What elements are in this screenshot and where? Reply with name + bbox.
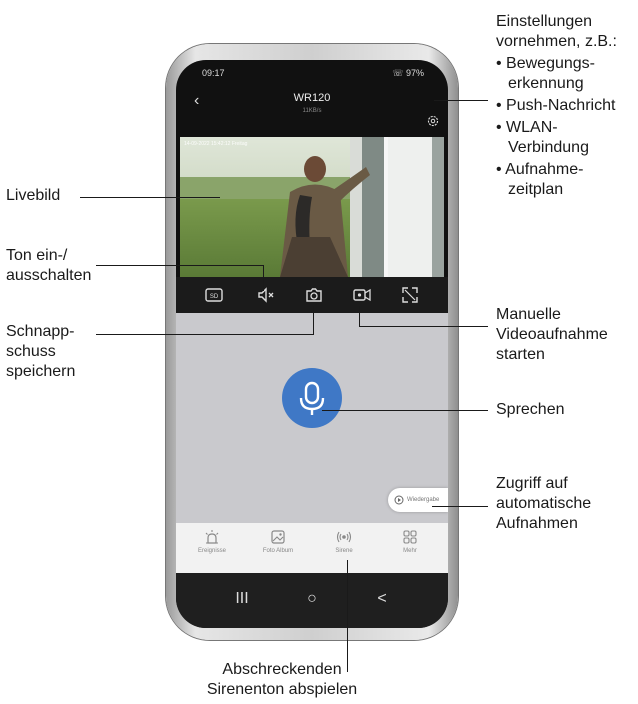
tab-label: Ereignisse	[197, 548, 226, 554]
live-video-scene	[180, 137, 444, 277]
record-callout-line: Videoaufnahme	[496, 326, 608, 343]
sound-leader-line-v	[263, 265, 264, 291]
settings-item: • Aufnahme-	[496, 161, 584, 178]
snapshot-callout: Schnapp- schuss speichern	[6, 322, 75, 382]
intercom-panel: Wiedergabe	[176, 313, 448, 523]
video-control-bar: SD	[176, 277, 448, 313]
siren-leader-line	[347, 560, 348, 672]
microphone-icon	[299, 381, 325, 415]
livebild-leader-line	[80, 197, 220, 198]
tab-label: Foto Album	[262, 548, 294, 554]
settings-heading-line-2: vornehmen, z.B.:	[496, 33, 617, 50]
back-nav-icon[interactable]: <	[372, 590, 392, 608]
record-callout: Manuelle Videoaufnahme starten	[496, 305, 608, 365]
tab-photo-album[interactable]: Foto Album	[248, 529, 308, 554]
sound-callout: Ton ein-/ ausschalten	[6, 246, 91, 286]
camera-name: WR120	[293, 92, 331, 104]
speak-callout: Sprechen	[496, 401, 565, 418]
events-icon	[205, 530, 219, 544]
snapshot-leader-line	[96, 334, 314, 335]
phone-screen: 09:17 ☏ 97% ‹ WR120 11KB/s 14-09-2022 15…	[176, 60, 448, 628]
home-nav-icon[interactable]: ○	[302, 590, 322, 608]
tab-more[interactable]: Mehr	[380, 529, 440, 554]
status-system: ☏ 97%	[392, 68, 424, 78]
settings-item: • WLAN-	[496, 119, 558, 136]
settings-gear-icon[interactable]	[426, 114, 440, 128]
quality-sd-icon[interactable]: SD	[204, 285, 224, 305]
tab-label: Mehr	[403, 548, 417, 554]
settings-item-text: WLAN-	[506, 119, 558, 136]
settings-item: • Bewegungs-	[496, 55, 595, 72]
speaker-mute-icon[interactable]	[256, 285, 276, 305]
settings-item-text: zeitplan	[508, 181, 564, 198]
playback-label: Wiedergabe	[407, 497, 440, 503]
recordings-callout-line: Zugriff auf	[496, 475, 568, 492]
bitrate-label: 11KB/s	[302, 108, 322, 114]
live-video[interactable]: 14-09-2022 15:42:12 Freitag	[180, 137, 444, 277]
playback-button[interactable]: Wiedergabe	[388, 488, 448, 512]
bottom-tab-bar: Ereignisse Foto Album Sirene Mehr	[176, 523, 448, 573]
svg-text:SD: SD	[210, 294, 219, 300]
top-bar: ‹ WR120 11KB/s	[176, 82, 448, 136]
settings-item-text: Aufnahme-	[505, 161, 584, 178]
recordings-callout-line: Aufnahmen	[496, 515, 578, 532]
siren-icon	[336, 531, 352, 543]
record-callout-line: starten	[496, 346, 545, 363]
settings-item: • Push-Nachricht	[496, 97, 616, 114]
tab-siren[interactable]: Sirene	[314, 529, 374, 554]
record-callout-line: Manuelle	[496, 306, 561, 323]
sound-leader-line	[96, 265, 264, 266]
speak-leader-line	[322, 410, 488, 411]
photo-album-icon	[271, 530, 285, 544]
siren-callout: Abschreckenden Sirenenton abspielen	[192, 660, 372, 700]
camera-snapshot-icon[interactable]	[304, 285, 324, 305]
settings-item-text: Verbindung	[508, 139, 589, 156]
video-timestamp: 14-09-2022 15:42:12 Freitag	[184, 141, 248, 147]
status-time: 09:17	[202, 68, 225, 78]
playback-icon	[394, 495, 404, 505]
sound-callout-line: ausschalten	[6, 267, 92, 284]
record-leader-line	[359, 326, 488, 327]
snapshot-callout-line: schuss	[6, 343, 56, 360]
status-bar: 09:17 ☏ 97%	[176, 60, 448, 82]
snapshot-leader-line-v	[313, 306, 314, 335]
siren-callout-line: Sirenenton abspielen	[206, 681, 358, 698]
snapshot-callout-line: Schnapp-	[6, 323, 75, 340]
talk-button[interactable]	[282, 368, 342, 428]
fullscreen-icon[interactable]	[400, 285, 420, 305]
livebild-callout: Livebild	[6, 187, 61, 204]
recordings-callout: Zugriff auf automatische Aufnahmen	[496, 474, 591, 534]
more-icon	[403, 530, 417, 544]
siren-callout-line: Abschreckenden	[222, 661, 342, 678]
settings-item-text: Bewegungs-	[506, 55, 595, 72]
recordings-leader-line	[432, 506, 488, 507]
settings-item-text: Push-Nachricht	[506, 97, 616, 114]
tab-label: Sirene	[335, 548, 353, 554]
sound-callout-line: Ton ein-/	[6, 247, 68, 264]
settings-item-text: erkennung	[508, 75, 584, 92]
settings-callout: Einstellungen vornehmen, z.B.: • Bewegun…	[496, 12, 617, 200]
tab-events[interactable]: Ereignisse	[182, 529, 242, 554]
settings-leader-line	[434, 100, 488, 101]
video-record-icon[interactable]	[352, 285, 372, 305]
recents-nav-icon[interactable]: III	[232, 590, 252, 608]
android-nav-bar: III ○ <	[176, 573, 448, 628]
record-leader-line-v	[359, 306, 360, 327]
snapshot-callout-line: speichern	[6, 363, 76, 380]
recordings-callout-line: automatische	[496, 495, 592, 512]
settings-heading-line-1: Einstellungen	[496, 13, 593, 30]
